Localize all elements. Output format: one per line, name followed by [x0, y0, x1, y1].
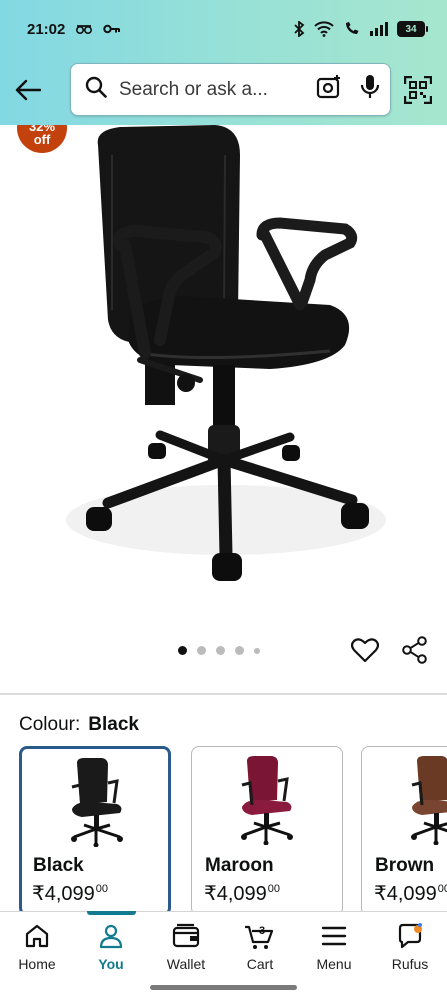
- nav-home[interactable]: Home: [0, 920, 74, 984]
- nav-you-label: You: [98, 956, 124, 972]
- variant-name: Maroon: [205, 855, 274, 876]
- bluetooth-icon: [293, 21, 305, 37]
- discount-off: off: [33, 132, 51, 147]
- menu-icon: [321, 920, 347, 952]
- search-bar[interactable]: Search or ask a...: [70, 63, 391, 116]
- nav-wallet-label: Wallet: [166, 956, 206, 972]
- gesture-bar: [150, 985, 297, 990]
- product-image-carousel[interactable]: 32% off: [0, 125, 447, 645]
- qr-scan-icon: [404, 76, 432, 104]
- nav-rufus[interactable]: Rufus: [373, 920, 447, 984]
- cart-icon: 3: [244, 920, 276, 952]
- search-row: Search or ask a...: [0, 62, 447, 118]
- variant-name: Brown: [375, 855, 435, 876]
- cart-badge: 3: [259, 925, 265, 937]
- wifi-icon: [314, 21, 334, 37]
- variant-price: ₹4,09900: [204, 883, 281, 905]
- nav-wallet[interactable]: Wallet: [149, 920, 223, 984]
- signal-icon: [370, 22, 388, 36]
- status-time: 21:02: [27, 20, 66, 38]
- nav-menu-label: Menu: [316, 956, 352, 972]
- carousel-dot[interactable]: [254, 647, 260, 654]
- variant-thumbnail: [71, 758, 123, 847]
- nav-rufus-label: Rufus: [391, 956, 429, 972]
- colour-selector-label: Colour: Black: [19, 714, 139, 736]
- carousel-dot[interactable]: [216, 646, 225, 655]
- person-icon: [98, 920, 124, 952]
- wallet-icon: [172, 920, 200, 952]
- back-arrow-icon: [15, 79, 41, 101]
- back-button[interactable]: [0, 62, 56, 118]
- variant-name: Black: [33, 855, 84, 876]
- section-divider: [0, 693, 447, 695]
- nav-cart[interactable]: 3 Cart: [223, 920, 297, 984]
- wishlist-button[interactable]: [349, 634, 381, 666]
- share-button[interactable]: [399, 634, 431, 666]
- variant-price: ₹4,09900: [32, 883, 109, 905]
- key-icon: [103, 23, 121, 35]
- carousel-dots[interactable]: [178, 646, 260, 655]
- carousel-controls: [0, 630, 447, 674]
- search-icon: [85, 76, 107, 103]
- colour-variants: Black ₹4,09900 Maroon ₹4,09900 Brown ₹4,…: [19, 746, 447, 912]
- variant-thumbnail: [241, 756, 293, 845]
- search-input[interactable]: Search or ask a...: [119, 79, 308, 101]
- nav-cart-label: Cart: [246, 956, 274, 972]
- scan-button[interactable]: [400, 72, 436, 108]
- variant-maroon[interactable]: Maroon ₹4,09900: [191, 746, 343, 912]
- microphone-icon[interactable]: [360, 74, 380, 105]
- wifi-call-icon: [343, 21, 361, 37]
- home-icon: [24, 920, 50, 952]
- status-bar: 21:02 34: [0, 0, 447, 58]
- variant-brown[interactable]: Brown ₹4,09900: [361, 746, 447, 912]
- product-image: [66, 125, 386, 581]
- colour-value: Black: [88, 714, 139, 735]
- carousel-dot[interactable]: [235, 646, 244, 655]
- variant-thumbnail: [411, 756, 447, 845]
- incognito-icon: [75, 22, 93, 36]
- carousel-dot[interactable]: [197, 646, 206, 655]
- variant-price: ₹4,09900: [374, 883, 447, 905]
- variant-black[interactable]: Black ₹4,09900: [19, 746, 171, 912]
- nav-home-label: Home: [18, 956, 56, 972]
- share-icon: [402, 636, 427, 664]
- nav-menu[interactable]: Menu: [297, 920, 371, 984]
- carousel-dot[interactable]: [178, 646, 187, 655]
- colour-label: Colour:: [19, 714, 81, 735]
- rufus-icon: [396, 920, 424, 952]
- heart-icon: [351, 638, 379, 663]
- nav-you[interactable]: You: [74, 920, 148, 984]
- camera-lens-icon[interactable]: [316, 74, 342, 105]
- active-tab-indicator: [87, 911, 136, 915]
- battery-indicator: 34: [397, 21, 428, 37]
